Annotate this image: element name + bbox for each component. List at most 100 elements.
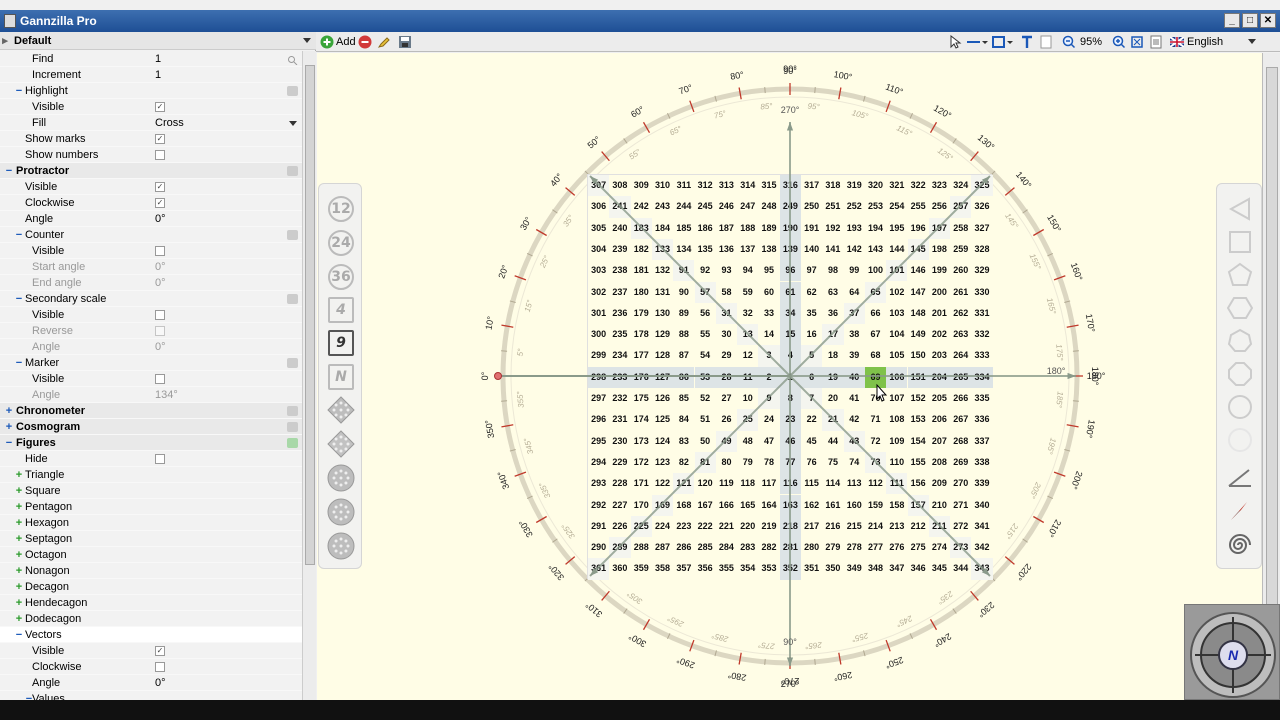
grid-cell[interactable]: 198	[929, 239, 950, 260]
grid-cell[interactable]: 48	[737, 431, 758, 452]
expand-icon[interactable]: +	[14, 531, 24, 547]
grid-cell[interactable]: 5	[801, 345, 823, 367]
grid-cell[interactable]: 105	[886, 345, 907, 366]
grid-cell[interactable]: 37	[843, 302, 865, 325]
grid-cell[interactable]: 170	[631, 495, 652, 516]
canvas-scrollbar[interactable]	[1262, 53, 1280, 700]
expand-icon[interactable]: +	[14, 595, 24, 611]
grid-cell[interactable]: 235	[609, 324, 630, 345]
grid-cell[interactable]: 63	[822, 282, 843, 303]
grid-cell[interactable]: 99	[844, 260, 865, 281]
grid-cell[interactable]: 230	[609, 431, 630, 452]
scrollbar-thumb[interactable]	[305, 65, 315, 565]
grid-cell[interactable]: 301	[588, 303, 609, 324]
grid-cell[interactable]: 94	[737, 260, 758, 281]
grid-cell[interactable]: 138	[758, 239, 779, 260]
property-row[interactable]: + Octagon	[0, 547, 302, 563]
grid-cell[interactable]: 33	[758, 303, 779, 324]
circle-grid-icon[interactable]	[327, 532, 355, 560]
grid-cell[interactable]: 39	[844, 345, 865, 366]
grid-cell[interactable]: 123	[652, 452, 673, 473]
grid-cell[interactable]: 107	[886, 388, 907, 409]
property-value[interactable]: 1	[155, 67, 161, 83]
grid-cell[interactable]: 202	[929, 324, 950, 345]
grid-cell[interactable]: 227	[609, 495, 630, 516]
property-row[interactable]: − Figures	[0, 435, 302, 451]
grid-cell[interactable]: 323	[929, 175, 950, 196]
grid-cell[interactable]: 207	[929, 431, 950, 452]
grid-cell[interactable]: 261	[950, 282, 971, 303]
grid-cell[interactable]: 159	[865, 495, 886, 516]
property-row[interactable]: Reverse	[0, 323, 302, 339]
property-value[interactable]: 0°	[155, 259, 166, 275]
grid-cell[interactable]: 87	[673, 345, 694, 366]
grid-cell[interactable]: 354	[737, 558, 758, 579]
property-value[interactable]: 1	[155, 51, 161, 67]
grid-cell[interactable]: 149	[908, 324, 929, 345]
checkbox[interactable]: ✓	[155, 198, 165, 208]
grid-cell[interactable]: 129	[652, 324, 673, 345]
grid-cell[interactable]: 69	[864, 366, 887, 388]
grid-cell[interactable]: 245	[695, 196, 716, 217]
grid-cell[interactable]: 119	[716, 473, 737, 494]
grid-cell[interactable]: 237	[609, 282, 630, 303]
grid-cell[interactable]: 199	[929, 260, 950, 281]
grid-cell[interactable]: 232	[609, 388, 630, 409]
grid-cell[interactable]: 275	[908, 537, 929, 558]
grid-cell[interactable]: 75	[822, 452, 843, 473]
pentagon-shape-icon[interactable]	[1227, 262, 1253, 288]
property-row[interactable]: + Square	[0, 483, 302, 499]
grid-cell[interactable]: 66	[865, 303, 886, 324]
grid-cell[interactable]: 172	[631, 452, 652, 473]
grid-cell[interactable]: 104	[886, 324, 907, 345]
circle-dots-icon[interactable]	[327, 464, 355, 492]
grid-cell[interactable]: 62	[801, 282, 822, 303]
grid-cell[interactable]: 11	[737, 366, 759, 388]
grid-cell[interactable]: 337	[971, 431, 992, 452]
language-selector[interactable]: English	[1170, 34, 1256, 50]
grid-cell[interactable]: 136	[716, 239, 737, 260]
property-row[interactable]: Show numbers	[0, 147, 302, 163]
grid-cell[interactable]: 92	[695, 260, 716, 281]
grid-cell[interactable]: 260	[950, 260, 971, 281]
grid-cell[interactable]: 114	[822, 473, 843, 494]
collapse-icon[interactable]: −	[4, 435, 14, 451]
grid-cell[interactable]: 76	[801, 452, 822, 473]
grid-cell[interactable]: 38	[844, 324, 865, 345]
grid-cell[interactable]: 308	[609, 175, 630, 196]
property-value[interactable]: 0°	[155, 275, 166, 291]
page-tool-button[interactable]	[1040, 34, 1052, 50]
grid-cell[interactable]: 57	[694, 281, 716, 303]
grid-cell[interactable]: 163	[779, 494, 801, 516]
grid-cell[interactable]: 324	[950, 175, 971, 196]
grid-cell[interactable]: 309	[631, 175, 652, 196]
grid-cell[interactable]: 34	[779, 302, 801, 325]
grid-cell[interactable]: 250	[801, 196, 822, 217]
grid-cell[interactable]: 332	[971, 324, 992, 345]
grid-cell[interactable]: 36	[822, 303, 843, 324]
grid-cell[interactable]: 343	[971, 558, 993, 580]
grid-cell[interactable]: 319	[844, 175, 865, 196]
property-row[interactable]: End angle 0°	[0, 275, 302, 291]
scale-button-4[interactable]: 4	[328, 297, 354, 323]
grid-cell[interactable]: 263	[950, 324, 971, 345]
property-row[interactable]: − Highlight	[0, 83, 302, 99]
grid-cell[interactable]: 166	[716, 495, 737, 516]
grid-cell[interactable]: 130	[652, 303, 673, 324]
property-row[interactable]: Fill Cross	[0, 115, 302, 131]
grid-cell[interactable]: 304	[588, 239, 609, 260]
grid-cell[interactable]: 124	[652, 431, 673, 452]
grid-cell[interactable]: 95	[758, 260, 779, 281]
maximize-button[interactable]: □	[1242, 13, 1258, 28]
grid-cell[interactable]: 71	[865, 409, 886, 430]
expand-icon[interactable]: +	[14, 579, 24, 595]
grid-cell[interactable]: 262	[950, 303, 971, 324]
grid-cell[interactable]: 340	[971, 495, 992, 516]
grid-cell[interactable]: 54	[695, 345, 716, 366]
grid-cell[interactable]: 311	[673, 175, 694, 196]
grid-cell[interactable]: 225	[630, 515, 652, 538]
grid-cell[interactable]: 355	[716, 558, 737, 579]
grid-cell[interactable]: 356	[695, 558, 716, 579]
property-row[interactable]: + Cosmogram	[0, 419, 302, 435]
grid-cell[interactable]: 272	[950, 516, 971, 537]
